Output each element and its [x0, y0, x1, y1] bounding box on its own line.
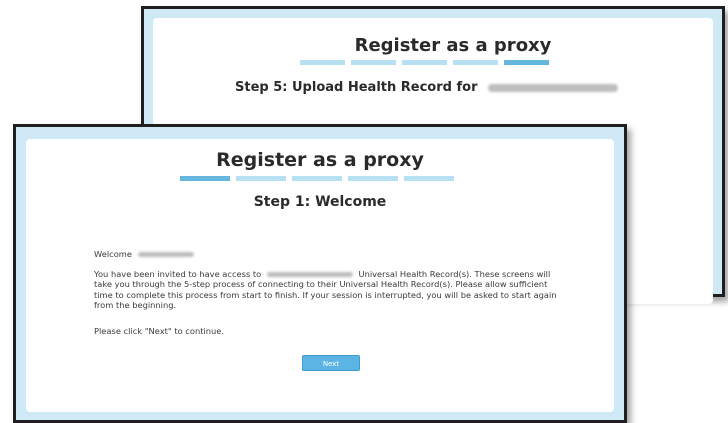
- next-button[interactable]: Next: [302, 355, 360, 371]
- step-indicator-3: [292, 176, 342, 181]
- intro-text-start: You have been invited to have access to: [94, 269, 262, 279]
- redacted-user-name: [137, 252, 194, 257]
- step-indicator-4: [348, 176, 398, 181]
- step-indicator-5: [404, 176, 454, 181]
- step-progress-bar: [300, 60, 549, 65]
- front-window-panel: Register as a proxy Step 1: Welcome Welc…: [26, 139, 614, 412]
- step-heading: Step 5: Upload Health Record for: [235, 80, 478, 95]
- page-title: Register as a proxy: [216, 149, 424, 171]
- step-indicator-5-active: [504, 60, 549, 65]
- continue-instruction: Please click "Next" to continue.: [94, 326, 225, 336]
- redacted-patient-name: [488, 83, 619, 92]
- front-window-step1: Register as a proxy Step 1: Welcome Welc…: [13, 124, 627, 423]
- intro-paragraph: You have been invited to have access to …: [94, 269, 564, 310]
- step-indicator-1-active: [180, 176, 230, 181]
- step-indicator-2: [236, 176, 286, 181]
- redacted-patient-name: [266, 272, 353, 277]
- page-title: Register as a proxy: [354, 35, 552, 56]
- step-progress-bar: [180, 176, 454, 181]
- step-heading: Step 1: Welcome: [253, 194, 387, 210]
- step-indicator-3: [402, 60, 447, 65]
- step-heading-row: Step 5: Upload Health Record for: [235, 80, 619, 95]
- welcome-line: Welcome: [94, 249, 564, 259]
- step-indicator-2: [351, 60, 396, 65]
- welcome-label: Welcome: [94, 249, 132, 259]
- step-indicator-1: [300, 60, 345, 65]
- step-indicator-4: [453, 60, 498, 65]
